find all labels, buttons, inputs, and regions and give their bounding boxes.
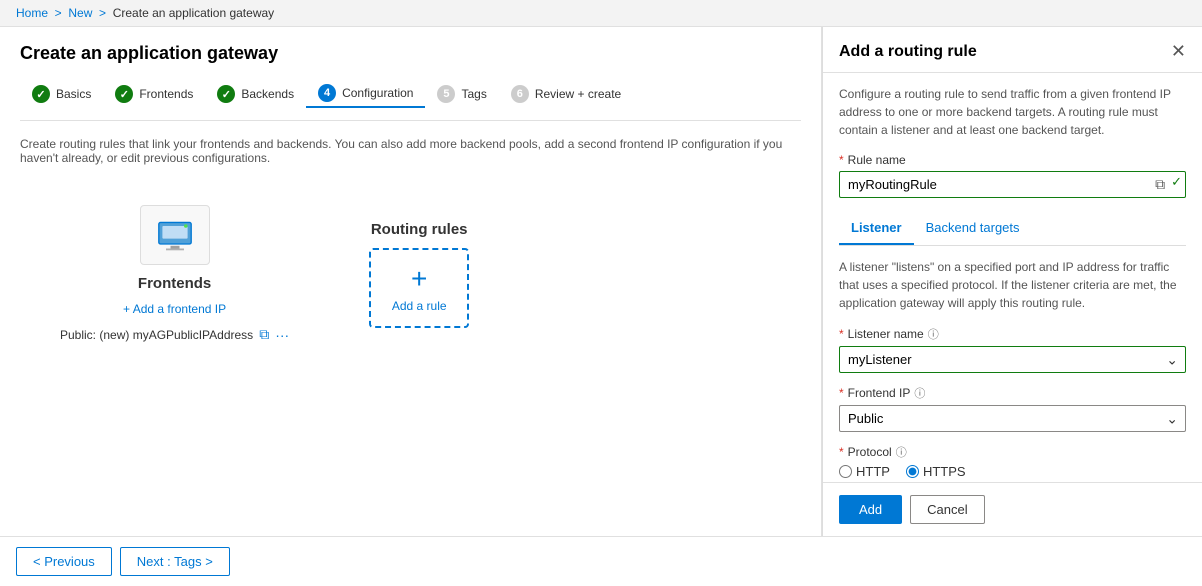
- wizard-step-frontends[interactable]: ✓ Frontends: [103, 81, 205, 107]
- rule-name-label: * Rule name: [839, 153, 1186, 167]
- required-marker: *: [839, 153, 844, 167]
- protocol-group: * Protocol ⓘ HTTP HTTPS: [839, 444, 1186, 479]
- wizard-step-backends[interactable]: ✓ Backends: [205, 81, 306, 107]
- tab-listener[interactable]: Listener: [839, 212, 914, 245]
- drawer-header: Add a routing rule ✕: [823, 27, 1202, 73]
- drawer-title: Add a routing rule: [839, 43, 977, 61]
- step-label-review: Review + create: [535, 87, 621, 101]
- frontend-ip-select[interactable]: Public: [839, 405, 1186, 432]
- drawer-body: Configure a routing rule to send traffic…: [823, 73, 1202, 482]
- breadcrumb-current: Create an application gateway: [113, 6, 274, 20]
- drawer-tabs: Listener Backend targets: [839, 212, 1186, 246]
- step-icon-tags: 5: [437, 85, 455, 103]
- breadcrumb-home[interactable]: Home: [16, 6, 48, 20]
- protocol-http-option[interactable]: HTTP: [839, 464, 890, 479]
- step-label-basics: Basics: [56, 87, 91, 101]
- wizard-steps: ✓ Basics ✓ Frontends ✓ Backends 4 Config…: [20, 80, 801, 121]
- add-rule-plus-icon: +: [411, 263, 427, 295]
- frontend-ip-select-wrapper: Public: [839, 405, 1186, 432]
- frontend-item-label: Public: (new) myAGPublicIPAddress: [60, 328, 253, 342]
- frontend-ip-info-icon[interactable]: ⓘ: [914, 385, 925, 401]
- frontends-icon-box: [140, 205, 210, 265]
- frontend-ip-group: * Frontend IP ⓘ Public: [839, 385, 1186, 432]
- wizard-step-review[interactable]: 6 Review + create: [499, 81, 633, 107]
- protocol-radio-group: HTTP HTTPS: [839, 464, 1186, 479]
- bottom-bar: < Previous Next : Tags >: [0, 536, 1202, 586]
- listener-description: A listener "listens" on a specified port…: [839, 258, 1186, 312]
- rule-name-valid-icon: ✓: [1171, 174, 1182, 195]
- listener-name-select-wrapper: [839, 346, 1186, 373]
- step-label-backends: Backends: [241, 87, 294, 101]
- page-title: Create an application gateway: [20, 43, 801, 64]
- rule-name-row: ⧉ ✓: [839, 171, 1186, 198]
- drawer-close-button[interactable]: ✕: [1171, 41, 1186, 62]
- step-icon-review: 6: [511, 85, 529, 103]
- protocol-info-icon[interactable]: ⓘ: [896, 444, 907, 460]
- breadcrumb: Home > New > Create an application gatew…: [0, 0, 1202, 27]
- step-label-frontends: Frontends: [139, 87, 193, 101]
- routing-rules-block: Routing rules + Add a rule: [369, 221, 469, 328]
- routing-rules-title: Routing rules: [371, 221, 468, 238]
- frontends-title: Frontends: [138, 275, 211, 292]
- protocol-label: * Protocol ⓘ: [839, 444, 1186, 460]
- listener-name-group: * Listener name ⓘ: [839, 326, 1186, 373]
- protocol-https-radio[interactable]: [906, 465, 919, 478]
- add-rule-label: Add a rule: [392, 299, 447, 313]
- frontend-copy-icon[interactable]: ⧉: [259, 326, 269, 343]
- next-button[interactable]: Next : Tags >: [120, 547, 230, 576]
- rule-name-actions: ⧉ ✓: [1151, 174, 1182, 195]
- frontend-ip-label: * Frontend IP ⓘ: [839, 385, 1186, 401]
- drawer-description: Configure a routing rule to send traffic…: [839, 85, 1186, 139]
- step-icon-frontends: ✓: [115, 85, 133, 103]
- rule-name-input-wrapper: ⧉ ✓: [839, 171, 1186, 198]
- add-rule-box[interactable]: + Add a rule: [369, 248, 469, 328]
- add-frontend-link[interactable]: + Add a frontend IP: [123, 302, 226, 316]
- rule-name-group: * Rule name ⧉ ✓: [839, 153, 1186, 198]
- wizard-step-tags[interactable]: 5 Tags: [425, 81, 498, 107]
- left-panel: Create an application gateway ✓ Basics ✓…: [0, 27, 822, 536]
- previous-button[interactable]: < Previous: [16, 547, 112, 576]
- step-icon-configuration: 4: [318, 84, 336, 102]
- wizard-step-basics[interactable]: ✓ Basics: [20, 81, 103, 107]
- protocol-https-option[interactable]: HTTPS: [906, 464, 966, 479]
- step-label-tags: Tags: [461, 87, 486, 101]
- step-icon-backends: ✓: [217, 85, 235, 103]
- cancel-button[interactable]: Cancel: [910, 495, 984, 524]
- frontend-item: Public: (new) myAGPublicIPAddress ⧉ ···: [60, 326, 289, 343]
- listener-name-input[interactable]: [839, 346, 1186, 373]
- listener-name-label: * Listener name ⓘ: [839, 326, 1186, 342]
- rule-name-input[interactable]: [839, 171, 1186, 198]
- right-panel: Add a routing rule ✕ Configure a routing…: [822, 27, 1202, 536]
- protocol-http-radio[interactable]: [839, 465, 852, 478]
- drawer-footer: Add Cancel: [823, 482, 1202, 536]
- listener-name-info-icon[interactable]: ⓘ: [928, 326, 939, 342]
- step-label-configuration: Configuration: [342, 86, 413, 100]
- canvas-area: Frontends + Add a frontend IP Public: (n…: [20, 185, 801, 363]
- rule-name-copy-btn[interactable]: ⧉: [1151, 174, 1169, 195]
- frontends-block: Frontends + Add a frontend IP Public: (n…: [60, 205, 289, 343]
- wizard-step-configuration[interactable]: 4 Configuration: [306, 80, 425, 108]
- step-icon-basics: ✓: [32, 85, 50, 103]
- canvas-description: Create routing rules that link your fron…: [20, 137, 801, 165]
- frontend-more-icon[interactable]: ···: [275, 327, 289, 343]
- tab-backend-targets[interactable]: Backend targets: [914, 212, 1032, 245]
- breadcrumb-new[interactable]: New: [68, 6, 92, 20]
- add-button[interactable]: Add: [839, 495, 902, 524]
